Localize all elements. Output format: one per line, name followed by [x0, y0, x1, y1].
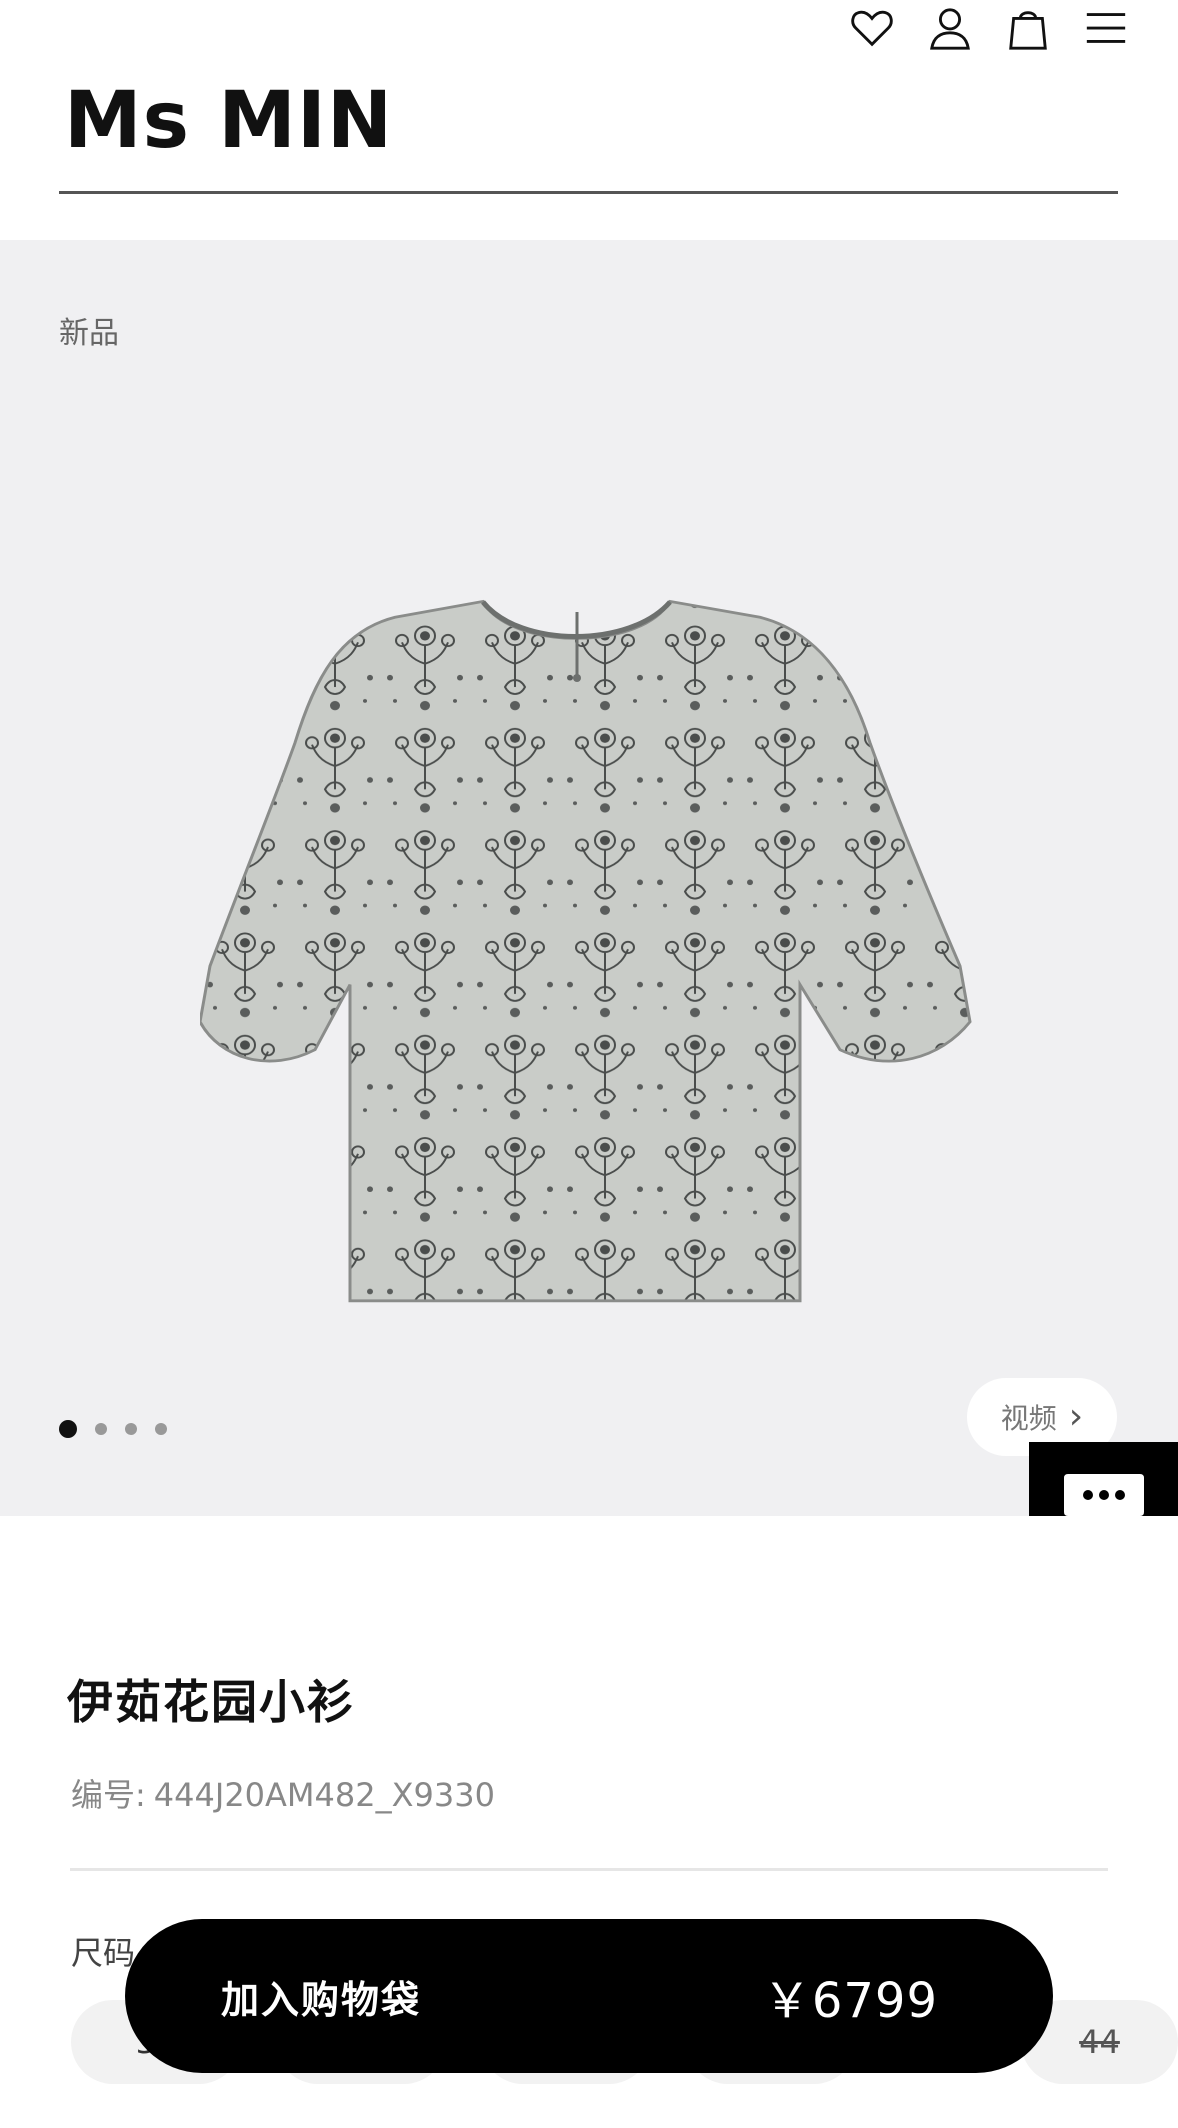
sku-label: 编号: [71, 1776, 146, 1814]
product-gallery[interactable]: 新品 视频 › [0, 240, 1178, 1516]
carousel-dot[interactable] [125, 1423, 137, 1435]
carousel-dot[interactable] [155, 1423, 167, 1435]
carousel-dots [59, 1420, 167, 1438]
brand-logo[interactable]: Ms MIN [64, 82, 393, 160]
user-icon[interactable] [926, 2, 974, 54]
product-image[interactable] [200, 488, 980, 1448]
app-header: Ms MIN [0, 0, 1178, 240]
carousel-dot[interactable] [59, 1420, 77, 1438]
top-icons [848, 2, 1130, 54]
new-tag: 新品 [59, 316, 119, 351]
size-label: 尺码 [71, 1934, 136, 1972]
sku-value: 444J20AM482_X9330 [153, 1776, 495, 1814]
menu-icon[interactable] [1082, 2, 1130, 54]
heart-icon[interactable] [848, 2, 896, 54]
product-sku: 编号: 444J20AM482_X9330 [71, 1770, 495, 1816]
product-title: 伊茹花园小衫 [67, 1675, 355, 1729]
carousel-dot[interactable] [95, 1423, 107, 1435]
add-to-bag-button[interactable]: 加入购物袋 ￥6799 [125, 1919, 1053, 2073]
add-to-bag-label: 加入购物袋 [221, 1977, 422, 2022]
price: ￥6799 [762, 1973, 938, 2029]
chevron-right-icon: › [1068, 1396, 1084, 1437]
video-label: 视频 [1000, 1402, 1057, 1435]
bag-icon[interactable] [1004, 2, 1052, 54]
header-divider [59, 191, 1118, 194]
info-divider [70, 1868, 1108, 1871]
